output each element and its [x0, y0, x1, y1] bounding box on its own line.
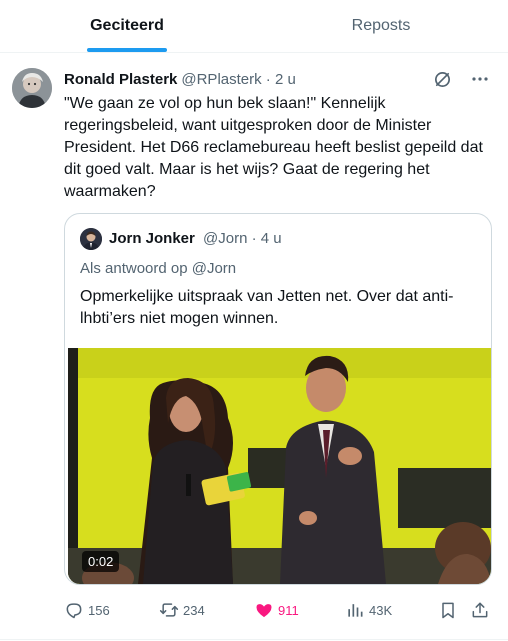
quoted-author-name[interactable]: Jorn Jonker: [109, 230, 195, 247]
share-button[interactable]: [470, 598, 494, 622]
tweet-text: "We gaan ze vol op hun bek slaan!" Kenne…: [64, 95, 483, 200]
repost-button[interactable]: 234: [159, 598, 205, 622]
quoted-text: Opmerkelijke uitspraak van Jetten net. O…: [80, 288, 454, 327]
views-button[interactable]: 43K: [345, 598, 392, 622]
tab-label-reposts: Reposts: [351, 17, 411, 34]
divider: [0, 639, 508, 640]
tab-bar: Geciteerd Reposts: [0, 0, 508, 53]
author-name[interactable]: Ronald Plasterk: [64, 71, 177, 88]
quoted-author-handle-time[interactable]: @Jorn · 4 u: [203, 230, 282, 247]
tab-label-geciteerd: Geciteerd: [90, 17, 164, 34]
quoted-reply-to: Als antwoord op @Jorn: [80, 260, 237, 277]
heart-icon: [256, 604, 272, 618]
reply-count: 156: [88, 602, 110, 618]
tab-reposts[interactable]: Reposts: [254, 0, 508, 52]
author-handle-time[interactable]: @RPlasterk · 2 u: [181, 71, 295, 88]
tweet-header: Ronald Plasterk @RPlasterk · 2 u: [64, 69, 492, 89]
bookmark-icon: [442, 602, 454, 619]
bookmark-button[interactable]: [438, 598, 462, 622]
reply-icon: [66, 603, 82, 619]
video-frame: [68, 348, 491, 584]
tab-geciteerd[interactable]: Geciteerd: [0, 0, 254, 52]
quoted-tweet[interactable]: Jorn Jonker @Jorn · 4 u Als antwoord op …: [64, 213, 492, 585]
views-count: 43K: [369, 602, 393, 618]
like-button[interactable]: 911: [254, 598, 299, 622]
reply-button[interactable]: 156: [64, 598, 110, 622]
repost-count: 234: [183, 602, 205, 618]
repost-icon: [159, 603, 179, 617]
video-duration: 0:02: [82, 551, 120, 572]
quoted-header: Jorn Jonker @Jorn · 4 u: [109, 230, 282, 247]
quoted-avatar[interactable]: [80, 228, 102, 250]
action-bar: 156 234 911 43K: [64, 598, 494, 622]
views-icon: [348, 604, 363, 617]
share-icon: [472, 602, 488, 618]
tweet[interactable]: Ronald Plasterk @RPlasterk · 2 u "We gaa…: [0, 53, 508, 641]
tweet-header-icons: [430, 67, 492, 91]
grok-icon[interactable]: [430, 67, 454, 91]
like-count: 911: [278, 602, 299, 618]
active-tab-indicator: [87, 48, 167, 52]
video-player[interactable]: 0:02: [68, 348, 491, 584]
avatar[interactable]: [12, 68, 52, 108]
more-icon[interactable]: [468, 67, 492, 91]
